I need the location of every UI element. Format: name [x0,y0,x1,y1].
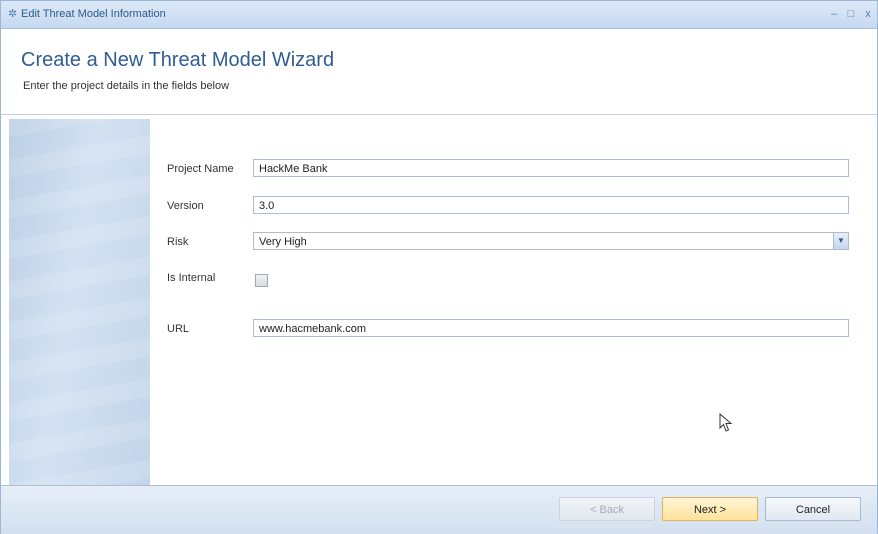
project-details-form: Project Name HackMe Bank Version 3.0 Ris… [151,119,871,485]
back-button[interactable]: < Back [559,497,655,521]
risk-selected-value: Very High [259,236,307,248]
wizard-footer: < Back Next > Cancel [1,485,877,534]
cancel-button[interactable]: Cancel [765,497,861,521]
is-internal-checkbox[interactable] [255,274,268,287]
url-input[interactable]: www.hacmebank.com [253,319,849,337]
gear-icon: ✲ [8,8,18,20]
window-title: Edit Threat Model Information [21,8,166,20]
risk-select[interactable]: Very High ▼ [253,232,849,250]
url-label: URL [167,323,190,335]
risk-label: Risk [167,236,189,248]
wizard-window: ✲ Edit Threat Model Information – □ x Cr… [0,0,878,534]
is-internal-label: Is Internal [167,272,216,284]
wizard-subtitle: Enter the project details in the fields … [23,80,230,92]
mouse-cursor-icon [719,413,733,432]
project-name-label: Project Name [167,163,234,175]
wizard-title: Create a New Threat Model Wizard [21,49,335,71]
title-bar[interactable]: ✲ Edit Threat Model Information – □ x [1,1,877,29]
side-panel [9,119,150,485]
project-name-input[interactable]: HackMe Bank [253,159,849,177]
side-panel-decoration [9,119,150,485]
minimize-button[interactable]: – [827,7,841,21]
wizard-header: Create a New Threat Model Wizard Enter t… [1,29,877,115]
version-input[interactable]: 3.0 [253,196,849,214]
version-label: Version [167,200,204,212]
close-button[interactable]: x [861,7,875,21]
maximize-button[interactable]: □ [844,7,858,21]
chevron-down-icon[interactable]: ▼ [833,233,848,249]
next-button[interactable]: Next > [662,497,758,521]
